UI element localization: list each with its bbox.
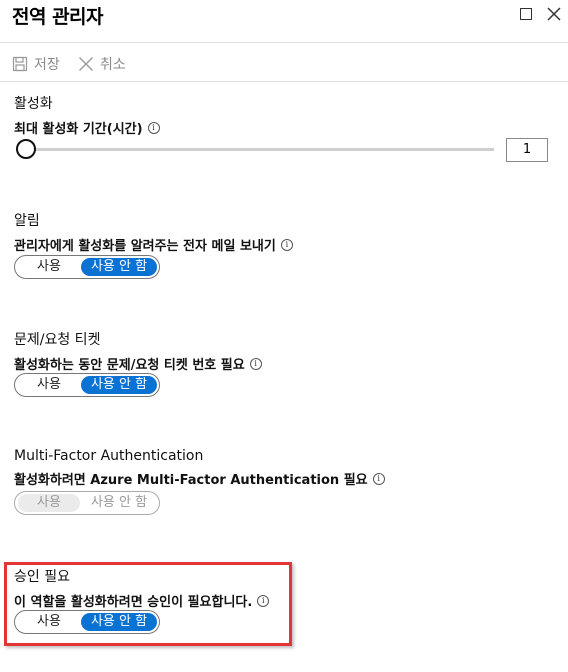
approval-section: 승인 필요 이 역할을 활성화하려면 승인이 필요합니다. i — [14, 566, 270, 610]
toggle-option-disable: 사용 안 함 — [81, 494, 157, 512]
mfa-section: Multi-Factor Authentication 활성화하려면 Azure… — [14, 448, 385, 488]
activation-label: 최대 활성화 기간(시간) — [14, 122, 143, 137]
slider-track[interactable] — [22, 148, 494, 151]
notification-section: 알림 관리자에게 활성화를 알려주는 전자 메일 보내기 i — [14, 210, 293, 254]
mfa-title: Multi-Factor Authentication — [14, 448, 204, 464]
toggle-option-enable: 사용 — [18, 494, 80, 512]
save-label: 저장 — [34, 57, 60, 73]
info-icon[interactable]: i — [249, 357, 262, 370]
toggle-option-disable[interactable]: 사용 안 함 — [81, 613, 157, 631]
info-icon[interactable]: i — [280, 238, 293, 251]
command-bar: 저장 취소 — [0, 42, 568, 82]
info-icon[interactable]: i — [147, 121, 160, 134]
page-title: 전역 관리자 — [12, 6, 104, 28]
activation-title: 활성화 — [14, 96, 53, 112]
activation-label-row: 최대 활성화 기간(시간) i — [14, 118, 160, 137]
close-icon — [547, 7, 561, 21]
approval-title: 승인 필요 — [14, 569, 70, 585]
ticket-section: 문제/요청 티켓 활성화하는 동안 문제/요청 티켓 번호 필요 i — [14, 329, 262, 373]
cancel-icon — [79, 57, 93, 71]
mfa-label-row: 활성화하려면 Azure Multi-Factor Authentication… — [14, 469, 385, 488]
toggle-option-disable[interactable]: 사용 안 함 — [81, 376, 157, 394]
mfa-toggle: 사용 사용 안 함 — [14, 491, 160, 515]
cancel-label: 취소 — [100, 57, 126, 73]
toggle-option-disable[interactable]: 사용 안 함 — [81, 258, 157, 276]
info-icon[interactable]: i — [372, 472, 385, 485]
notification-toggle: 사용 사용 안 함 — [14, 255, 160, 279]
info-icon[interactable]: i — [257, 594, 270, 607]
approval-label-row: 이 역할을 활성화하려면 승인이 필요합니다. i — [14, 591, 270, 610]
approval-toggle: 사용 사용 안 함 — [14, 610, 160, 634]
cancel-button[interactable]: 취소 — [78, 54, 126, 74]
activation-duration-slider: 1 — [14, 138, 550, 164]
maximize-icon — [520, 8, 532, 20]
notification-title: 알림 — [14, 213, 40, 229]
mfa-label: 활성화하려면 Azure Multi-Factor Authentication… — [14, 473, 368, 488]
save-icon — [12, 56, 28, 72]
maximize-button[interactable] — [518, 6, 534, 22]
notification-label-row: 관리자에게 활성화를 알려주는 전자 메일 보내기 i — [14, 235, 293, 254]
slider-thumb[interactable] — [16, 139, 36, 159]
ticket-title: 문제/요청 티켓 — [14, 332, 101, 348]
close-button[interactable] — [546, 6, 562, 22]
ticket-label-row: 활성화하는 동안 문제/요청 티켓 번호 필요 i — [14, 354, 262, 373]
toggle-option-enable[interactable]: 사용 — [18, 376, 80, 394]
notification-label: 관리자에게 활성화를 알려주는 전자 메일 보내기 — [14, 239, 276, 254]
save-button[interactable]: 저장 — [12, 54, 60, 74]
toggle-option-enable[interactable]: 사용 — [18, 613, 80, 631]
ticket-toggle: 사용 사용 안 함 — [14, 373, 160, 397]
activation-section: 활성화 최대 활성화 기간(시간) i — [14, 93, 160, 137]
approval-label: 이 역할을 활성화하려면 승인이 필요합니다. — [14, 595, 253, 610]
toggle-option-enable[interactable]: 사용 — [18, 258, 80, 276]
ticket-label: 활성화하는 동안 문제/요청 티켓 번호 필요 — [14, 358, 245, 373]
activation-duration-input[interactable]: 1 — [506, 138, 548, 162]
